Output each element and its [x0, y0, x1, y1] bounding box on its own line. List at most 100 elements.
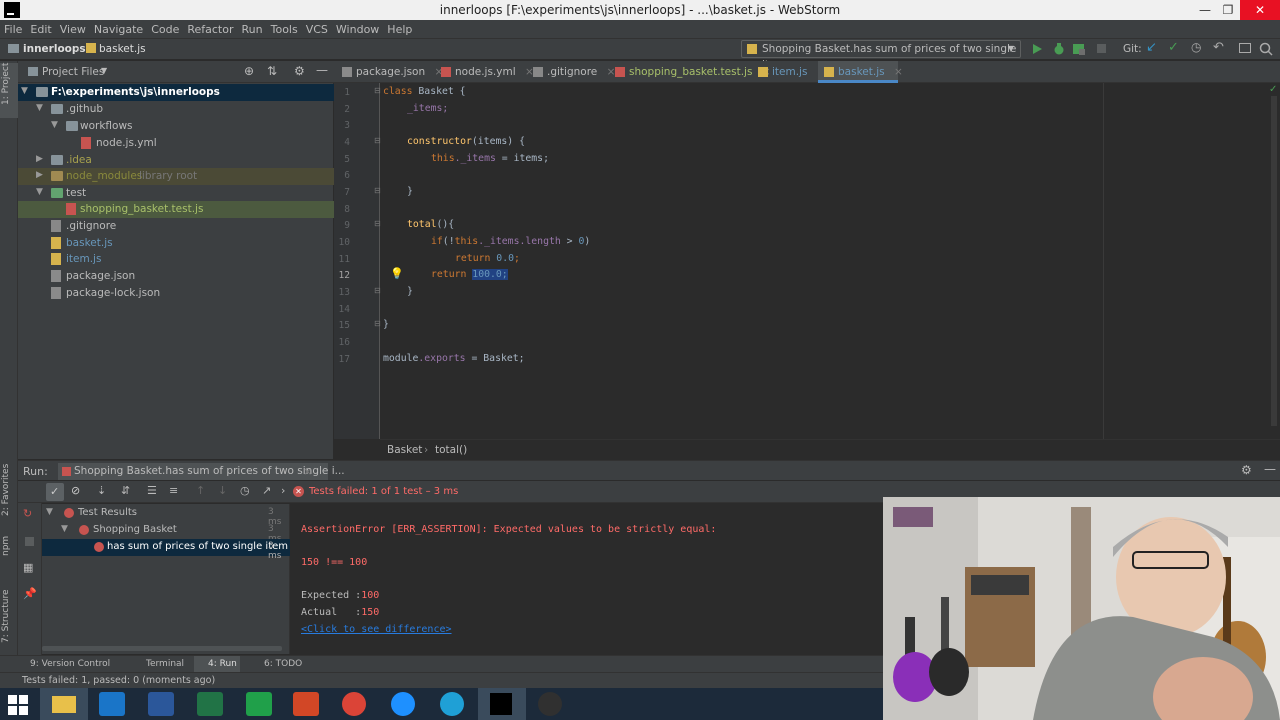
fold-icon[interactable]: ⊟: [374, 219, 381, 228]
menu-file[interactable]: File: [4, 23, 22, 36]
menu-vcs[interactable]: VCS: [306, 23, 328, 36]
run-icon[interactable]: [1031, 43, 1043, 55]
fold-icon[interactable]: ⊟: [374, 86, 381, 95]
collapse-all-icon[interactable]: ⇅: [267, 64, 277, 78]
edge-taskbar-icon[interactable]: [440, 692, 464, 716]
tree-item-github[interactable]: ▼ .github: [18, 101, 334, 118]
menu-code[interactable]: Code: [151, 23, 179, 36]
tree-item-test[interactable]: ▼ test: [18, 185, 334, 202]
menu-view[interactable]: View: [60, 23, 86, 36]
sort-duration-icon[interactable]: ⇵: [121, 484, 130, 497]
tree-item-nodejs-yml[interactable]: node.js.yml: [18, 135, 334, 152]
tree-item-root[interactable]: ▼ F:\experiments\js\innerloops: [18, 84, 334, 101]
chevron-down-icon[interactable]: ▼: [101, 66, 107, 75]
gear-icon[interactable]: ⚙: [1241, 463, 1252, 477]
editor-scrollbar[interactable]: [1271, 96, 1277, 426]
project-view-selector[interactable]: Project Files: [42, 66, 104, 78]
obs-taskbar-icon[interactable]: [538, 692, 562, 716]
run-config-selector[interactable]: Shopping Basket.has sum of prices of two…: [741, 40, 1021, 71]
see-difference-link[interactable]: <Click to see difference>: [301, 624, 452, 635]
stop-icon[interactable]: [1097, 44, 1106, 53]
chevron-down-icon[interactable]: ▼: [46, 507, 53, 517]
maximize-button[interactable]: ❐: [1213, 0, 1243, 20]
stop-icon[interactable]: [25, 537, 34, 546]
powerpoint-taskbar-icon[interactable]: [293, 692, 319, 716]
close-icon[interactable]: ×: [303, 465, 312, 478]
tree-item-item-js[interactable]: item.js: [18, 251, 334, 268]
windows-start-icon[interactable]: [8, 695, 28, 715]
menu-navigate[interactable]: Navigate: [94, 23, 143, 36]
close-icon[interactable]: ×: [894, 66, 903, 78]
layout-icon[interactable]: ▦: [23, 561, 33, 574]
show-ignored-icon[interactable]: ⊘: [71, 484, 80, 497]
menu-window[interactable]: Window: [336, 23, 379, 36]
word-taskbar-icon[interactable]: [148, 692, 174, 716]
tree-item-package-lock-json[interactable]: package-lock.json: [18, 285, 334, 302]
horizontal-scrollbar[interactable]: [42, 646, 282, 651]
tree-item-shopping-basket-test[interactable]: shopping_basket.test.js: [18, 201, 334, 218]
tree-item-test-results[interactable]: ▼ Test Results 3 ms: [42, 505, 290, 527]
internet-explorer-taskbar-icon[interactable]: [391, 692, 415, 716]
debug-icon[interactable]: [1052, 42, 1066, 56]
remote-desktop-taskbar-icon[interactable]: [99, 692, 125, 716]
tree-item-basket-js[interactable]: basket.js: [18, 235, 334, 252]
gear-icon[interactable]: ⚙: [294, 64, 305, 78]
history-icon[interactable]: ◷: [1191, 40, 1201, 54]
fold-icon[interactable]: ⊟: [374, 186, 381, 195]
git-commit-icon[interactable]: ✓: [1168, 40, 1179, 55]
close-button[interactable]: ✕: [1240, 0, 1280, 20]
history-icon[interactable]: ◷: [240, 484, 250, 497]
version-control-toolwindow[interactable]: 9: Version Control: [30, 659, 110, 669]
previous-failed-icon[interactable]: ↑: [196, 484, 205, 497]
sort-alpha-icon[interactable]: ⇣: [97, 484, 106, 497]
chevron-right-icon[interactable]: ›: [281, 484, 285, 497]
chevron-right-icon[interactable]: ▶: [36, 154, 43, 164]
status-message[interactable]: Tests failed: 1, passed: 0 (moments ago): [22, 675, 215, 686]
git-update-icon[interactable]: ↙: [1146, 40, 1157, 55]
locate-icon[interactable]: ⊕: [244, 64, 254, 78]
tab-item-js[interactable]: item.js ×: [752, 61, 826, 83]
hide-panel-icon[interactable]: —: [316, 63, 328, 77]
pin-icon[interactable]: 📌: [23, 587, 37, 600]
expand-all-icon[interactable]: ☰: [147, 484, 157, 497]
tree-item-shopping-basket[interactable]: ▼ Shopping Basket 3 ms: [42, 522, 290, 544]
chrome-taskbar-icon[interactable]: [342, 692, 366, 716]
menu-help[interactable]: Help: [387, 23, 412, 36]
fold-icon[interactable]: ⊟: [374, 136, 381, 145]
chevron-down-icon[interactable]: ▼: [36, 103, 43, 113]
tree-item-node-modules[interactable]: ▶ node_modules library root: [18, 168, 334, 185]
tab-package-json[interactable]: package.json ×: [336, 61, 443, 83]
breadcrumb-file[interactable]: basket.js: [99, 43, 146, 55]
tab-basket-js[interactable]: basket.js ×: [818, 61, 903, 83]
menu-tools[interactable]: Tools: [271, 23, 298, 36]
tree-item-workflows[interactable]: ▼ workflows: [18, 118, 334, 135]
favorites-toolwindow-label[interactable]: 2: Favorites: [1, 464, 11, 516]
structure-toolwindow-label[interactable]: 7: Structure: [1, 590, 11, 644]
breadcrumb-class[interactable]: Basket: [387, 444, 422, 456]
project-structure-icon[interactable]: [1239, 43, 1251, 53]
menu-refactor[interactable]: Refactor: [187, 23, 233, 36]
chevron-down-icon[interactable]: ▼: [36, 187, 43, 197]
tree-item-gitignore[interactable]: .gitignore: [18, 218, 334, 235]
terminal-toolwindow[interactable]: Terminal: [146, 659, 184, 669]
chevron-down-icon[interactable]: ▼: [61, 524, 68, 534]
npm-toolwindow-label[interactable]: npm: [1, 536, 11, 556]
tree-item-idea[interactable]: ▶ .idea: [18, 152, 334, 169]
collapse-all-icon[interactable]: ≡: [169, 484, 178, 497]
show-passed-toggle[interactable]: ✓: [46, 483, 64, 501]
next-failed-icon[interactable]: ↓: [218, 484, 227, 497]
webstorm-taskbar-button[interactable]: [478, 688, 526, 720]
tab-nodejs-yml[interactable]: node.js.yml ×: [435, 61, 534, 83]
file-explorer-taskbar-button[interactable]: [40, 688, 88, 720]
rollback-icon[interactable]: ↶: [1213, 40, 1224, 55]
tab-shopping-basket-test[interactable]: shopping_basket.test.js ×: [609, 61, 771, 83]
run-toolwindow-button[interactable]: 4: Run: [194, 656, 240, 672]
search-icon[interactable]: [1259, 42, 1273, 56]
tab-gitignore[interactable]: .gitignore ×: [527, 61, 615, 83]
hide-panel-icon[interactable]: —: [1264, 462, 1276, 476]
breadcrumb-method[interactable]: total(): [435, 444, 467, 456]
tree-item-package-json[interactable]: package.json: [18, 268, 334, 285]
sheets-taskbar-icon[interactable]: [246, 692, 272, 716]
chevron-down-icon[interactable]: ▼: [51, 120, 58, 130]
fold-icon[interactable]: ⊟: [374, 286, 381, 295]
